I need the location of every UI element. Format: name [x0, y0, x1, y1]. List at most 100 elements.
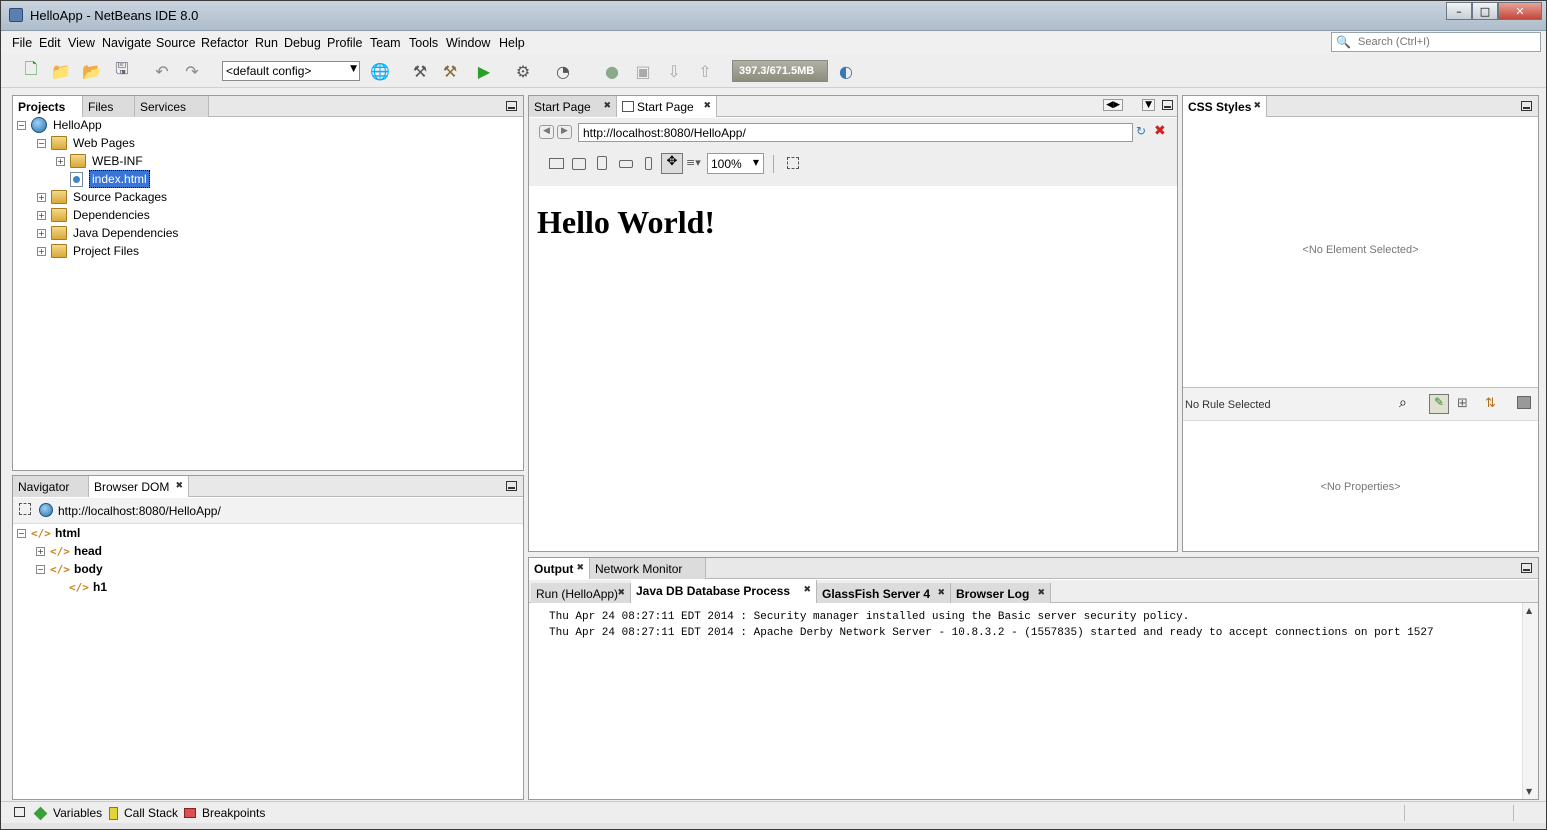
tab-start-page-2[interactable]: Start Page ✖ — [617, 96, 717, 117]
collapse-icon[interactable]: − — [37, 138, 46, 148]
tree-node-web-inf[interactable]: + WEB-INF — [56, 152, 143, 170]
zoom-select[interactable]: 100% ▼ — [707, 153, 764, 174]
tree-node-index-html[interactable]: index.html — [70, 170, 150, 188]
menu-help[interactable]: Help — [499, 36, 525, 50]
continue-icon[interactable]: ● — [601, 60, 623, 82]
expand-icon[interactable]: + — [56, 156, 65, 166]
tab-browser-dom[interactable]: Browser DOM ✖ — [89, 476, 189, 497]
open-project-icon[interactable]: 📂 — [81, 60, 103, 82]
step-into-icon[interactable]: ⇩ — [663, 60, 685, 82]
dom-node-h1[interactable]: </> h1 — [69, 578, 107, 596]
close-button[interactable]: ✕ — [1498, 2, 1542, 20]
menu-view[interactable]: View — [68, 36, 95, 50]
close-tab-icon[interactable]: ✖ — [603, 101, 611, 111]
minimize-window-icon[interactable] — [1521, 101, 1532, 111]
menu-edit[interactable]: Edit — [39, 36, 61, 50]
inspect-mode-icon[interactable] — [787, 157, 799, 169]
tree-node-java-dependencies[interactable]: + Java Dependencies — [37, 224, 178, 242]
back-icon[interactable]: ◀ — [539, 125, 554, 139]
collapse-icon[interactable]: − — [36, 564, 45, 574]
tablet-portrait-icon[interactable] — [597, 156, 607, 170]
close-tab-icon[interactable]: ✖ — [937, 588, 945, 598]
memory-meter[interactable]: 397.3/671.5MB — [732, 60, 828, 82]
stop-icon[interactable]: ✖ — [1154, 123, 1166, 139]
search-icon[interactable]: ⌕ — [1399, 395, 1407, 411]
maximize-button[interactable]: □ — [1472, 2, 1498, 20]
close-tab-icon[interactable]: ✖ — [175, 481, 183, 491]
tablet-landscape-icon[interactable] — [572, 158, 586, 170]
scroll-down-icon[interactable]: ▼ — [1526, 787, 1532, 796]
menu-window[interactable]: Window — [446, 36, 490, 50]
layout-menu-icon[interactable]: ≡▾ — [686, 156, 701, 169]
subtab-run-helloapp[interactable]: Run (HelloApp) ✖ — [531, 583, 631, 603]
close-tab-icon[interactable]: ✖ — [803, 585, 811, 595]
minimized-breakpoints[interactable]: Breakpoints — [184, 806, 265, 820]
tab-start-page-1[interactable]: Start Page ✖ — [529, 96, 617, 117]
tab-navigator[interactable]: Navigator — [13, 476, 89, 497]
expand-icon[interactable]: + — [37, 192, 46, 202]
collapse-icon[interactable]: − — [17, 120, 26, 130]
menu-navigate[interactable]: Navigate — [102, 36, 151, 50]
minimized-variables[interactable]: Variables — [33, 806, 102, 820]
minimize-window-icon[interactable] — [506, 481, 517, 491]
scroll-tabs-icon[interactable]: ◀▶ — [1103, 99, 1123, 111]
subtab-glassfish[interactable]: GlassFish Server 4 ✖ — [817, 583, 951, 603]
console-scrollbar[interactable]: ▲ ▼ — [1522, 603, 1538, 799]
minimize-window-icon[interactable] — [1521, 563, 1532, 573]
close-tab-icon[interactable]: ✖ — [617, 588, 625, 598]
tree-node-source-packages[interactable]: + Source Packages — [37, 188, 167, 206]
add-rule-icon[interactable]: ⊞ — [1457, 396, 1468, 411]
menu-file[interactable]: File — [12, 36, 32, 50]
restore-group-icon[interactable] — [14, 807, 25, 817]
minimize-button[interactable]: – — [1446, 2, 1472, 20]
tab-services[interactable]: Services — [135, 96, 209, 117]
phone-portrait-icon[interactable] — [645, 157, 652, 170]
menu-tools[interactable]: Tools — [409, 36, 438, 50]
browser-globe-icon[interactable]: 🌐 — [369, 60, 391, 82]
sort-properties-icon[interactable]: ⇅ — [1485, 396, 1496, 411]
gc-icon[interactable]: ◐ — [835, 60, 857, 82]
subtab-browser-log[interactable]: Browser Log ✖ — [951, 583, 1051, 603]
menu-source[interactable]: Source — [156, 36, 196, 50]
menu-debug[interactable]: Debug — [284, 36, 321, 50]
menu-refactor[interactable]: Refactor — [201, 36, 248, 50]
select-element-icon[interactable] — [19, 503, 31, 515]
close-tab-icon[interactable]: ✖ — [703, 101, 711, 111]
step-out-icon[interactable]: ⇧ — [694, 60, 716, 82]
quick-search[interactable]: 🔍 — [1331, 32, 1541, 52]
save-all-icon[interactable]: 🖫 — [111, 59, 133, 82]
edit-rule-icon[interactable]: ✎ — [1429, 394, 1449, 414]
minimized-call-stack[interactable]: Call Stack — [109, 806, 178, 820]
new-file-icon[interactable]: 🗋 — [20, 59, 42, 82]
tab-files[interactable]: Files — [83, 96, 135, 117]
subtab-java-db[interactable]: Java DB Database Process ✖ — [631, 580, 817, 603]
tree-node-web-pages[interactable]: − Web Pages — [37, 134, 135, 152]
tab-list-icon[interactable]: ▼ — [1142, 99, 1155, 111]
console-area[interactable]: Thu Apr 24 08:27:11 EDT 2014 : Security … — [529, 603, 1538, 799]
tab-css-styles[interactable]: CSS Styles ✖ — [1183, 96, 1267, 117]
dom-node-head[interactable]: + </> head — [36, 542, 102, 560]
dom-node-html[interactable]: − </> html — [17, 524, 80, 542]
build-hammer-icon[interactable]: ⚒ — [409, 60, 431, 82]
menu-profile[interactable]: Profile — [327, 36, 362, 50]
debug-icon[interactable]: ⚙ — [512, 60, 534, 82]
expand-icon[interactable]: + — [37, 228, 46, 238]
fit-to-window-icon[interactable]: ✥ — [661, 153, 683, 174]
expand-icon[interactable]: + — [36, 546, 45, 556]
run-icon[interactable]: ▶ — [473, 60, 495, 82]
close-tab-icon[interactable]: ✖ — [1253, 101, 1261, 111]
redo-icon[interactable]: ↷ — [181, 60, 203, 82]
config-select[interactable]: <default config> ▼ — [222, 61, 360, 81]
expand-icon[interactable]: + — [37, 210, 46, 220]
new-project-icon[interactable]: 📁 — [50, 60, 72, 82]
close-tab-icon[interactable]: ✖ — [576, 563, 584, 573]
menu-team[interactable]: Team — [370, 36, 401, 50]
tab-output[interactable]: Output ✖ — [529, 558, 590, 579]
phone-landscape-icon[interactable] — [619, 160, 633, 168]
undo-icon[interactable]: ↶ — [151, 60, 173, 82]
collapse-icon[interactable]: − — [17, 528, 26, 538]
reload-icon[interactable]: ↻ — [1136, 124, 1146, 138]
view-mode-icon[interactable] — [1517, 396, 1531, 409]
tab-network-monitor[interactable]: Network Monitor — [590, 558, 706, 579]
minimize-window-icon[interactable] — [506, 101, 517, 111]
